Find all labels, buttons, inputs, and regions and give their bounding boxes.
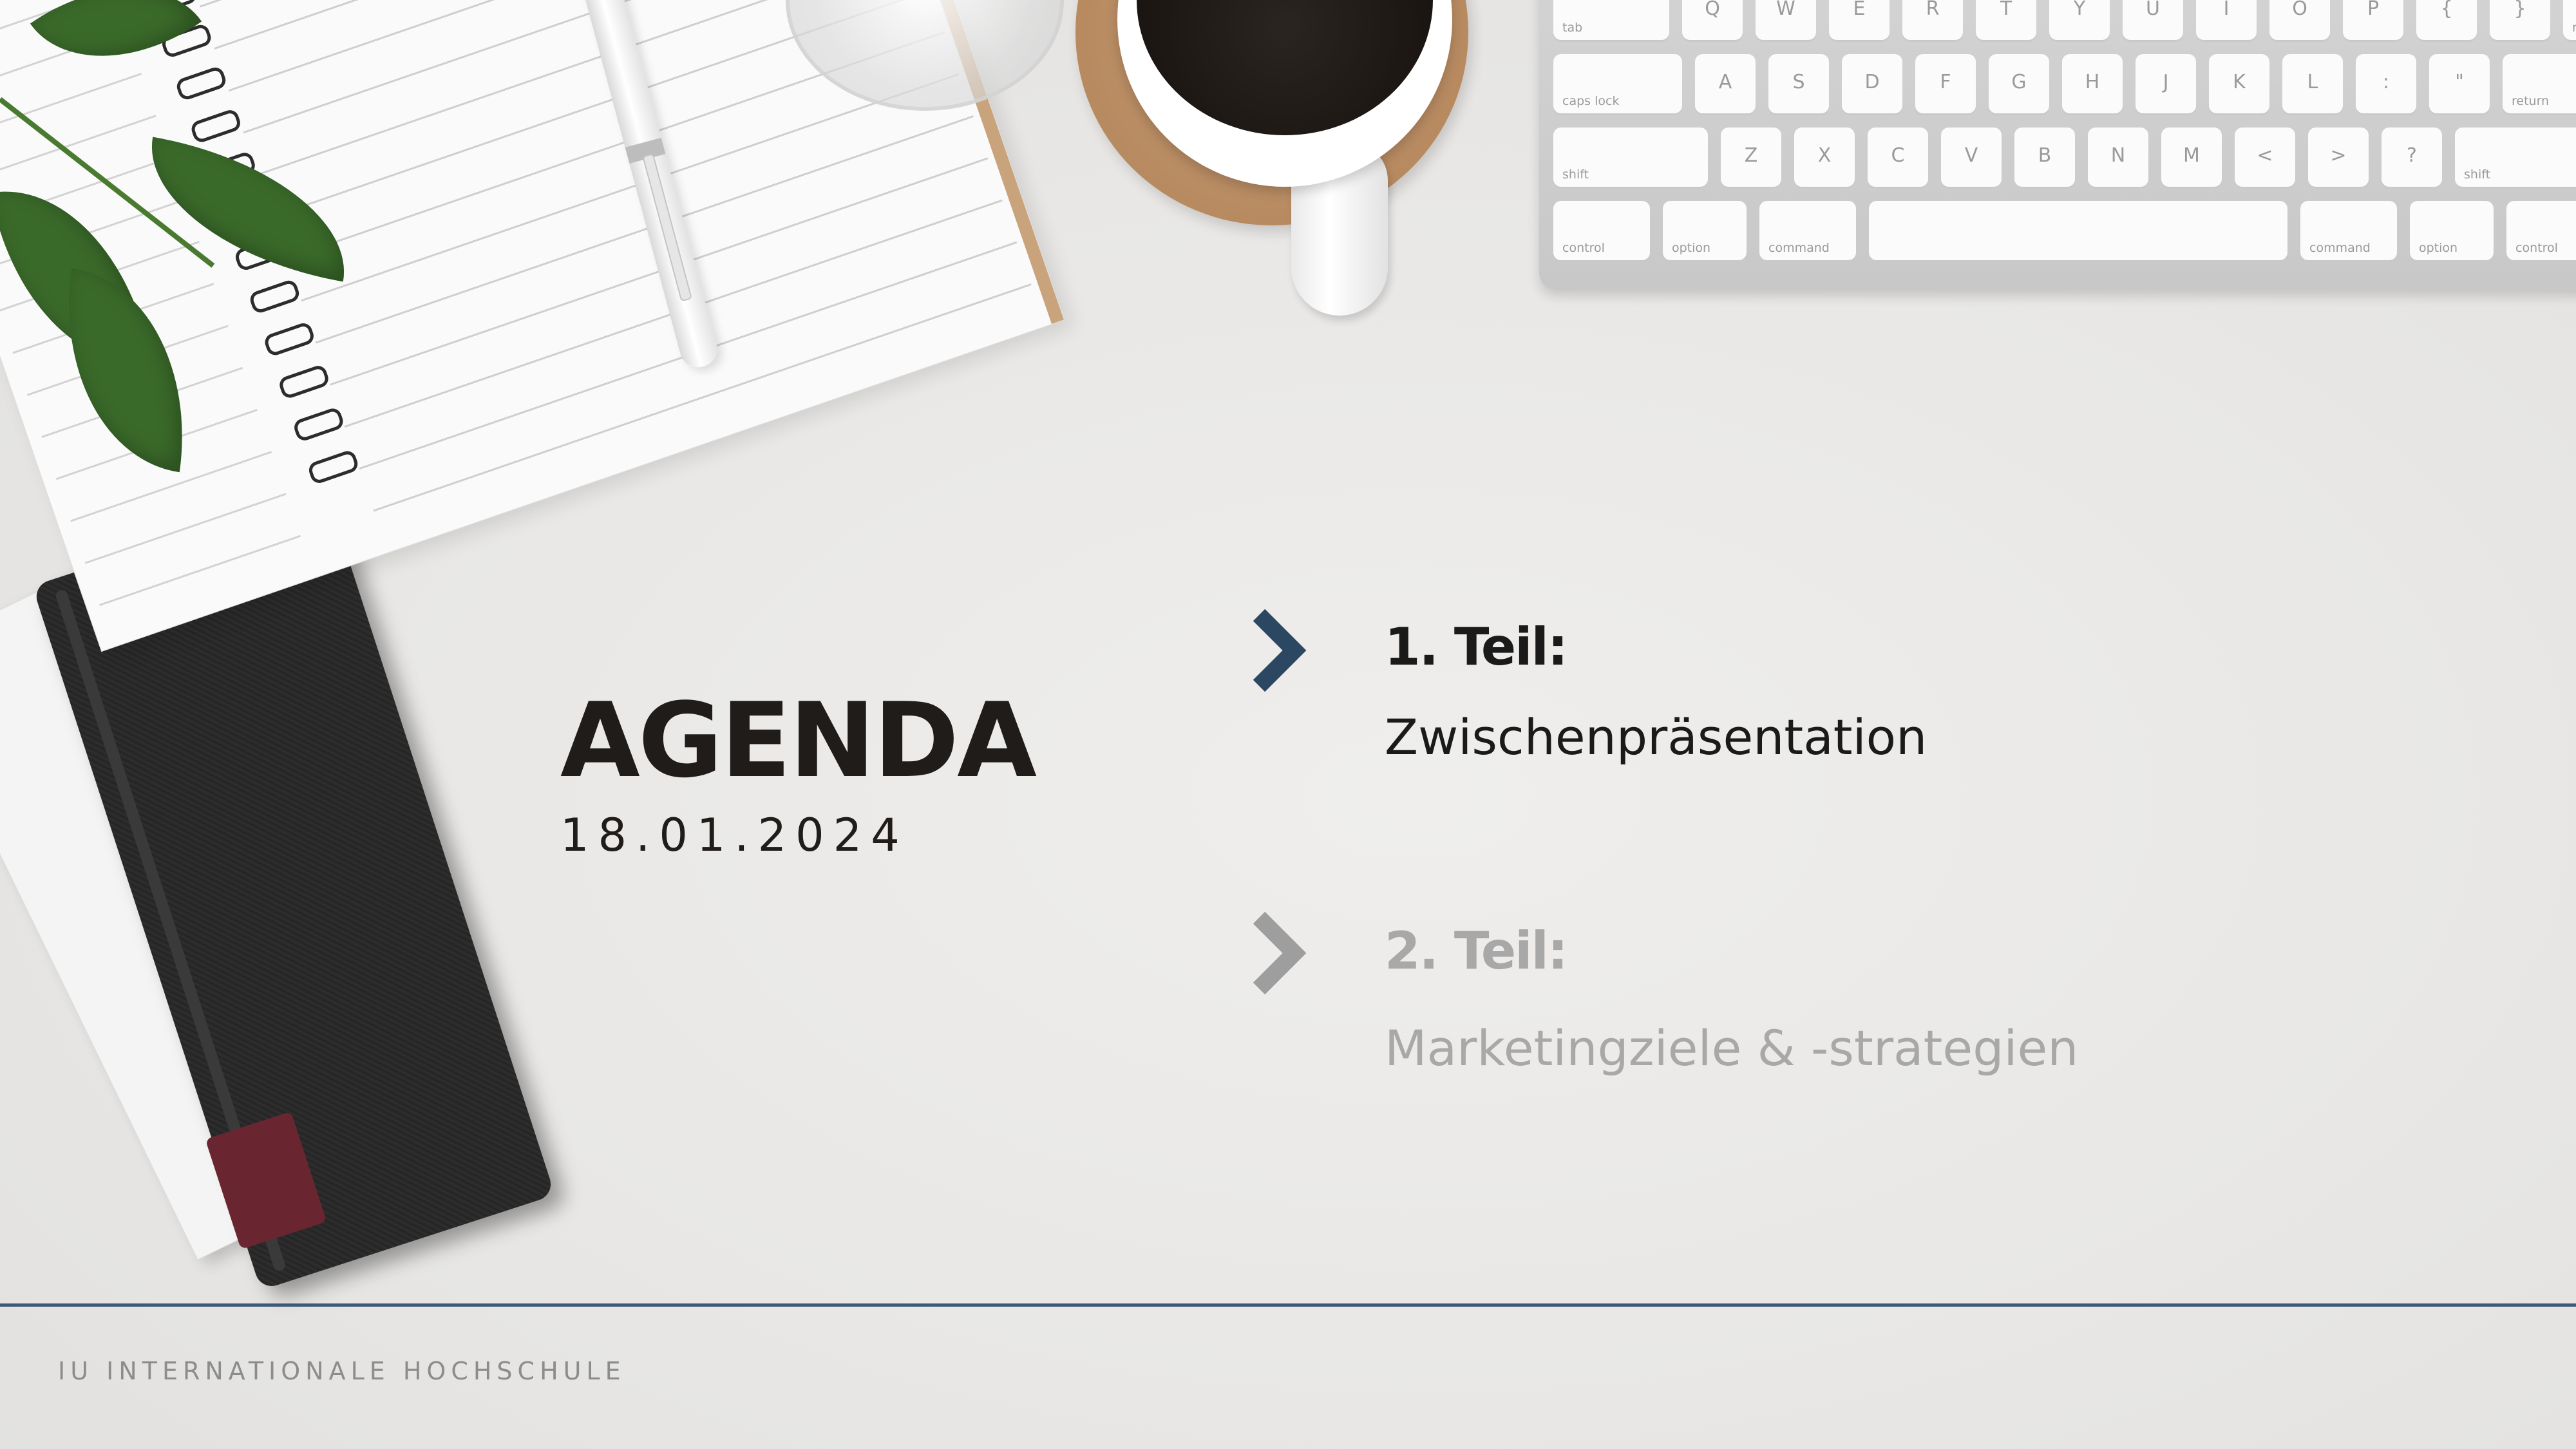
slide: tab Q W E R T Y U I O P { } return caps …	[0, 0, 2576, 1449]
agenda-date: 18.01.2024	[560, 809, 909, 862]
plant-image	[0, 0, 386, 473]
footer-institution: IU INTERNATIONALE HOCHSCHULE	[58, 1357, 626, 1385]
agenda-title: AGENDA	[560, 680, 1037, 800]
chevron-right-icon	[1253, 911, 1307, 995]
agenda-item-1-title: 1. Teil:	[1385, 617, 1568, 677]
agenda-item-2-title: 2. Teil:	[1385, 921, 1568, 981]
footer-divider	[0, 1303, 2576, 1307]
agenda-item-2-description: Marketingziele & -strategien	[1385, 1019, 2079, 1077]
chevron-right-icon	[1253, 609, 1307, 692]
agenda-item-1-description: Zwischenpräsentation	[1385, 708, 1927, 766]
keyboard-image: tab Q W E R T Y U I O P { } return caps …	[1539, 0, 2576, 290]
